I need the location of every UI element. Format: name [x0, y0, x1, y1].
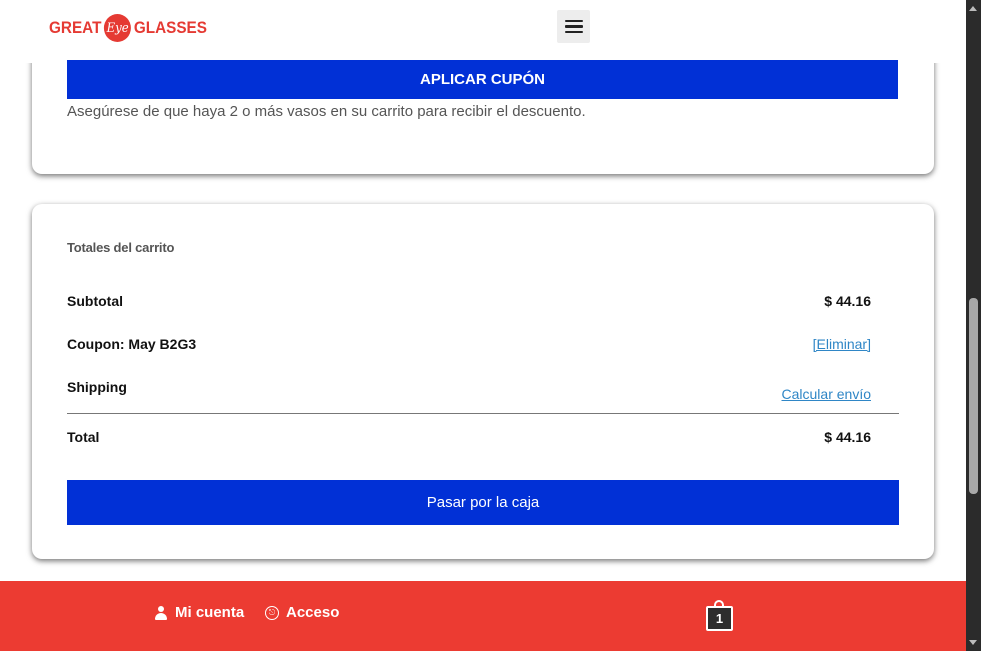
remove-coupon-link[interactable]: [Eliminar] — [813, 336, 871, 352]
total-value: $ 44.16 — [824, 429, 871, 445]
vertical-scrollbar[interactable] — [966, 0, 981, 651]
brand-logo[interactable]: GREAT Eye GLASSES — [49, 14, 207, 42]
sticky-footer-bar: Mi cuenta ⎋ Acceso 1 — [0, 581, 966, 651]
shopping-bag-icon[interactable]: 1 — [705, 600, 734, 631]
login-label: Acceso — [286, 604, 340, 621]
coupon-label: Coupon: May B2G3 — [67, 336, 197, 352]
shipping-label: Shipping — [67, 379, 127, 395]
login-icon: ⎋ — [265, 605, 279, 620]
apply-coupon-button[interactable]: APLICAR CUPÓN — [67, 60, 898, 99]
total-label: Total — [67, 429, 100, 445]
totals-divider — [67, 413, 899, 414]
login-link[interactable]: ⎋ Acceso — [265, 604, 339, 621]
scroll-down-arrow-icon[interactable] — [969, 640, 977, 645]
logo-eye-badge: Eye — [104, 14, 132, 42]
site-header: GREAT Eye GLASSES — [0, 0, 966, 63]
menu-bar — [564, 25, 583, 28]
hamburger-menu-icon[interactable] — [557, 10, 590, 43]
logo-text-right: GLASSES — [133, 18, 207, 37]
scroll-up-arrow-icon[interactable] — [969, 6, 977, 11]
cart-totals-title: Totales del carrito — [67, 240, 175, 255]
my-account-link[interactable]: Mi cuenta — [154, 604, 244, 621]
subtotal-value: $ 44.16 — [824, 293, 871, 309]
subtotal-label: Subtotal — [67, 293, 123, 309]
menu-bar — [564, 30, 583, 34]
scrollbar-thumb[interactable] — [969, 298, 978, 494]
menu-bar — [564, 19, 583, 23]
calculate-shipping-link[interactable]: Calcular envío — [782, 386, 872, 402]
coupon-note: Asegúrese de que haya 2 o más vasos en s… — [67, 103, 586, 120]
cart-count-badge: 1 — [706, 606, 733, 631]
user-icon — [154, 605, 168, 621]
checkout-button[interactable]: Pasar por la caja — [67, 480, 899, 525]
logo-text-left: GREAT — [49, 18, 102, 37]
page-viewport: APLICAR CUPÓN Asegúrese de que haya 2 o … — [0, 0, 966, 651]
my-account-label: Mi cuenta — [175, 604, 245, 621]
